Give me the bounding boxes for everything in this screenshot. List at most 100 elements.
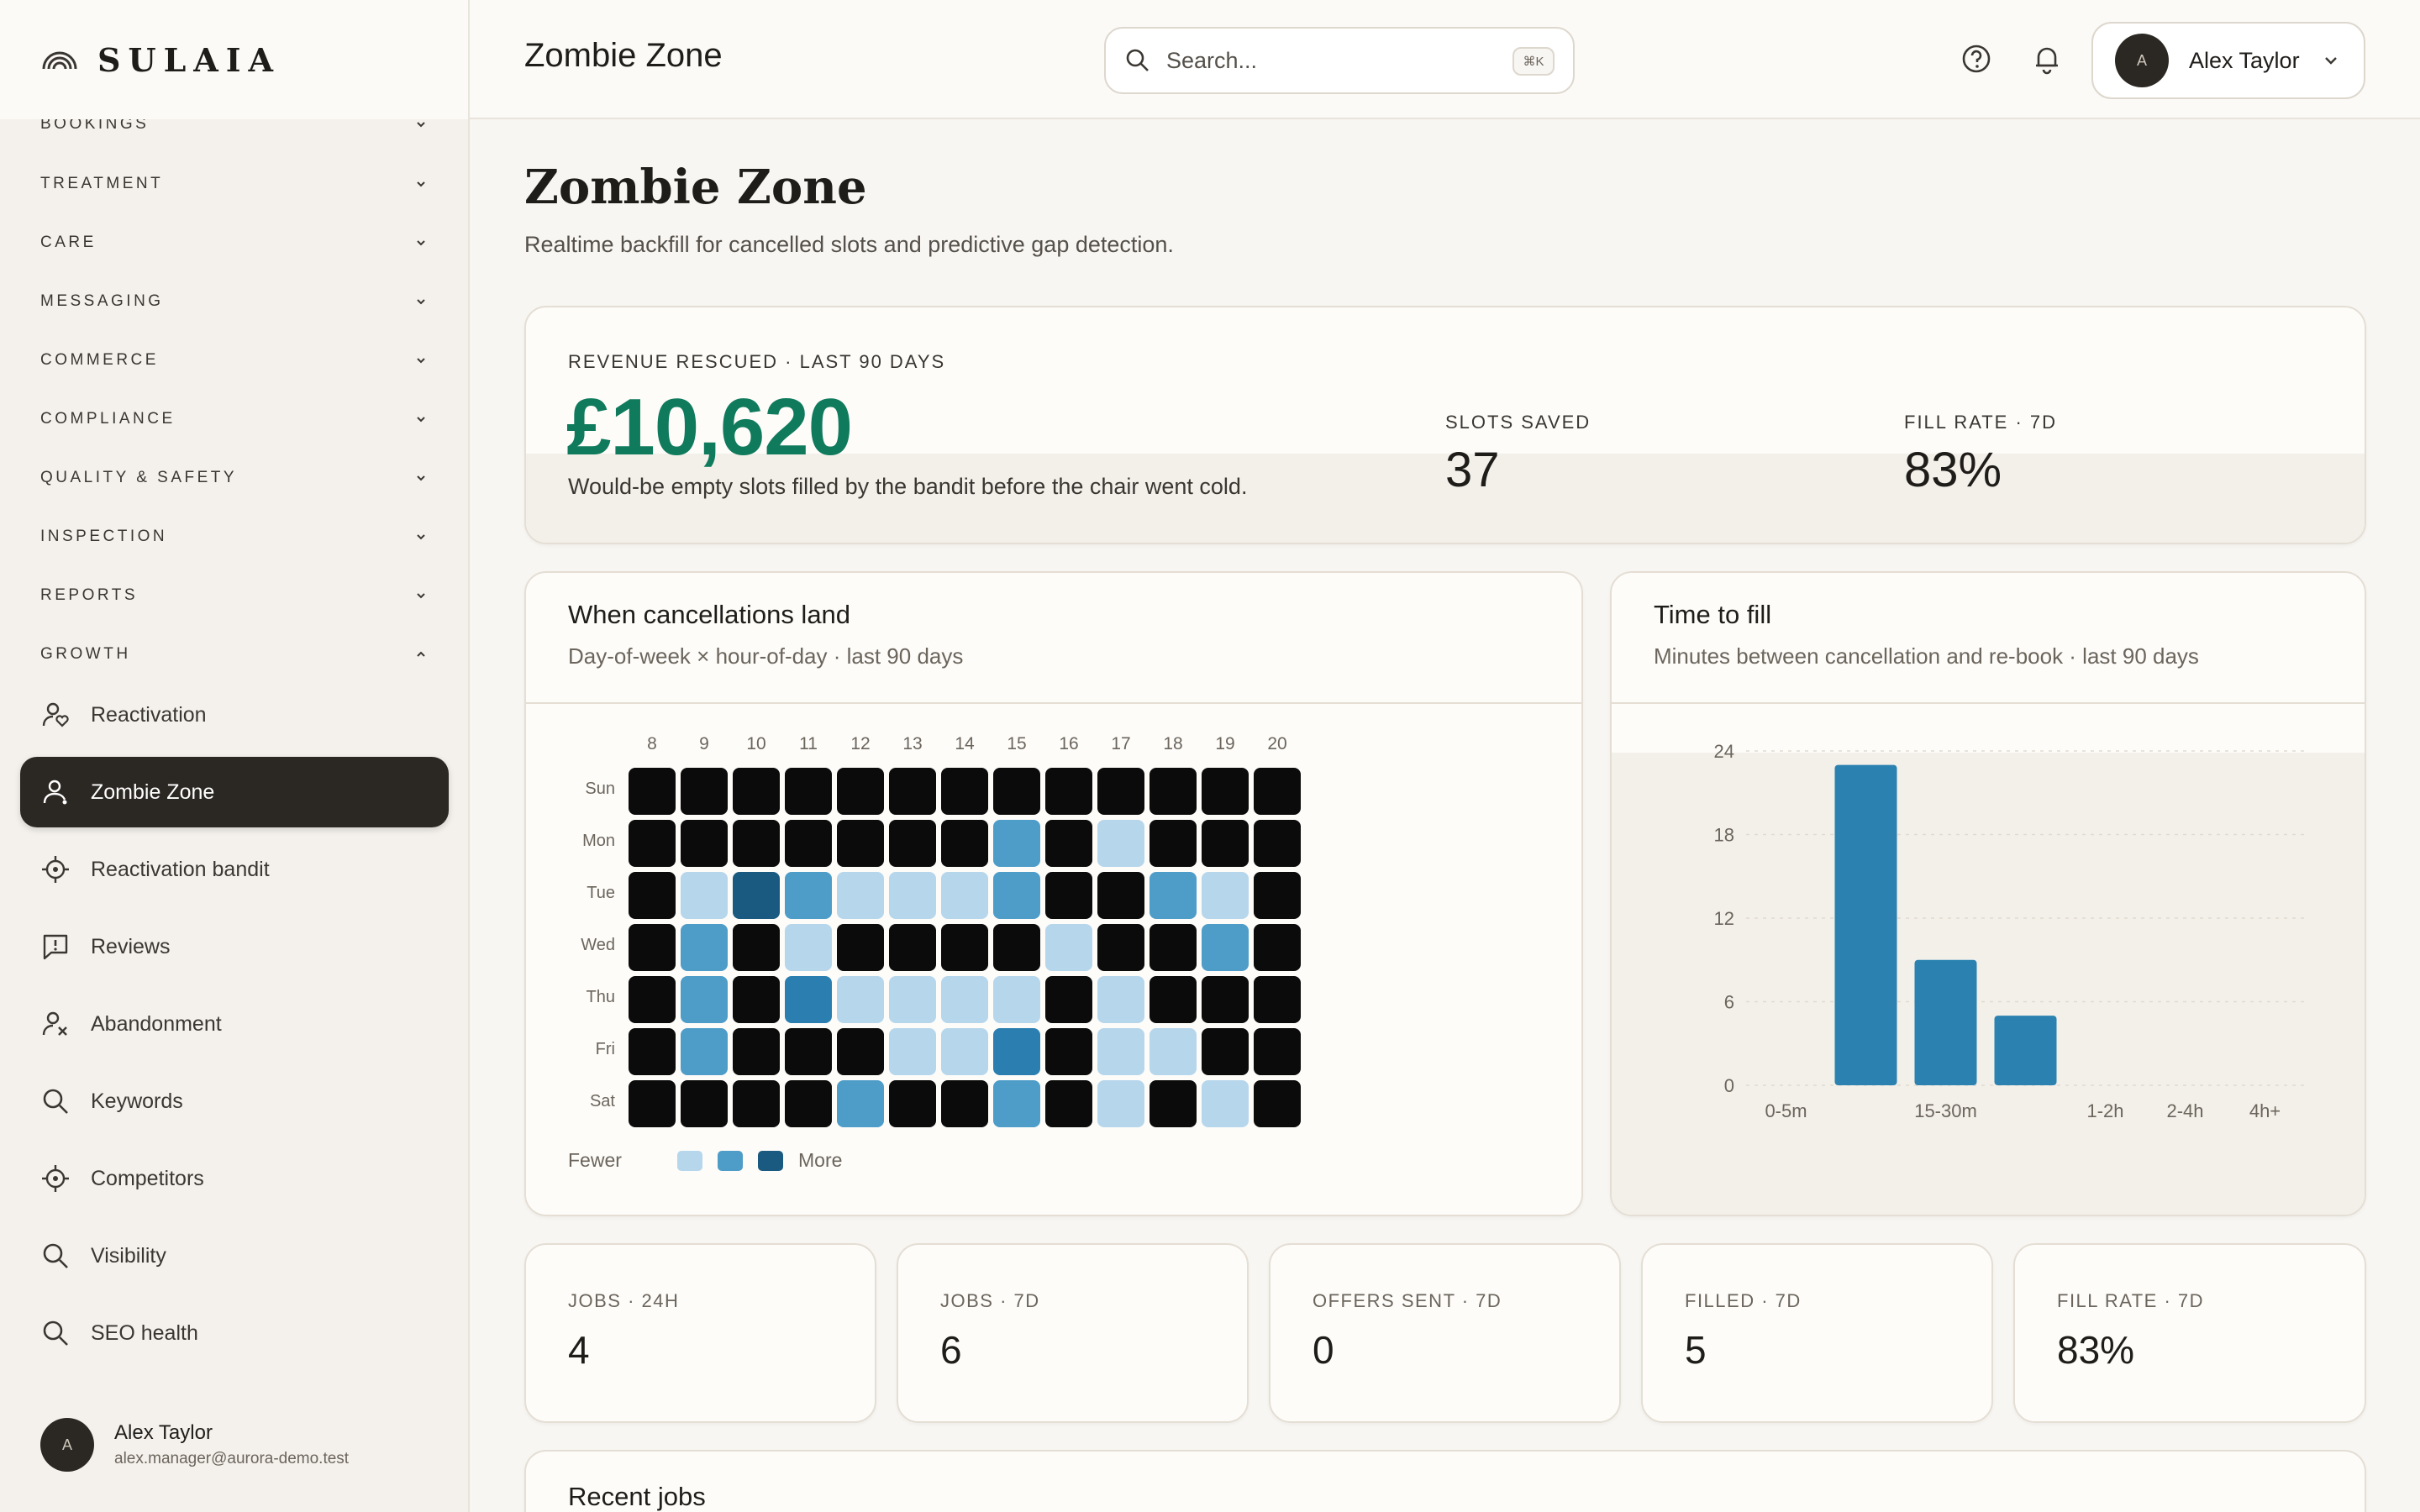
heatmap-cell[interactable]: [889, 924, 936, 971]
heatmap-cell[interactable]: [629, 768, 676, 815]
heatmap-cell[interactable]: [681, 1028, 728, 1075]
heatmap-cell[interactable]: [1045, 924, 1092, 971]
heatmap-cell[interactable]: [1202, 820, 1249, 867]
heatmap-cell[interactable]: [993, 976, 1040, 1023]
nav-section-reports[interactable]: REPORTS: [40, 579, 427, 612]
heatmap-cell[interactable]: [1150, 1080, 1197, 1127]
heatmap-cell[interactable]: [1045, 976, 1092, 1023]
heatmap-cell[interactable]: [1097, 1028, 1144, 1075]
heatmap-cell[interactable]: [1202, 1080, 1249, 1127]
heatmap-cell[interactable]: [681, 1080, 728, 1127]
heatmap-cell[interactable]: [733, 924, 780, 971]
heatmap-cell[interactable]: [1045, 1080, 1092, 1127]
heatmap-cell[interactable]: [1254, 1028, 1301, 1075]
heatmap-cell[interactable]: [785, 820, 832, 867]
heatmap-cell[interactable]: [733, 976, 780, 1023]
heatmap-cell[interactable]: [1202, 872, 1249, 919]
heatmap-cell[interactable]: [733, 1028, 780, 1075]
sidebar-user[interactable]: A Alex Taylor alex.manager@aurora-demo.t…: [40, 1418, 349, 1472]
heatmap-cell[interactable]: [1150, 768, 1197, 815]
bar[interactable]: [1834, 764, 1897, 1085]
heatmap-cell[interactable]: [1097, 1080, 1144, 1127]
heatmap-cell[interactable]: [785, 872, 832, 919]
bar[interactable]: [1914, 959, 1977, 1085]
brand[interactable]: SULAIA: [0, 0, 468, 119]
heatmap-cell[interactable]: [1254, 976, 1301, 1023]
sidebar-item-keywords[interactable]: Keywords: [20, 1066, 449, 1137]
sidebar-item-reactivation-bandit[interactable]: Reactivation bandit: [20, 834, 449, 905]
sidebar-item-visibility[interactable]: Visibility: [20, 1221, 449, 1291]
heatmap-cell[interactable]: [733, 1080, 780, 1127]
heatmap-cell[interactable]: [629, 1080, 676, 1127]
heatmap-cell[interactable]: [837, 768, 884, 815]
heatmap-cell[interactable]: [1045, 820, 1092, 867]
heatmap-cell[interactable]: [629, 976, 676, 1023]
heatmap-cell[interactable]: [629, 820, 676, 867]
heatmap-cell[interactable]: [733, 820, 780, 867]
heatmap-cell[interactable]: [941, 924, 988, 971]
heatmap-cell[interactable]: [1097, 976, 1144, 1023]
heatmap-cell[interactable]: [889, 976, 936, 1023]
heatmap-cell[interactable]: [1150, 820, 1197, 867]
heatmap-cell[interactable]: [1254, 872, 1301, 919]
heatmap-cell[interactable]: [837, 976, 884, 1023]
heatmap-cell[interactable]: [1254, 768, 1301, 815]
heatmap-cell[interactable]: [889, 1028, 936, 1075]
heatmap-cell[interactable]: [785, 924, 832, 971]
heatmap-cell[interactable]: [993, 1080, 1040, 1127]
heatmap-cell[interactable]: [837, 872, 884, 919]
heatmap-cell[interactable]: [1150, 1028, 1197, 1075]
heatmap-cell[interactable]: [941, 872, 988, 919]
heatmap-cell[interactable]: [1045, 1028, 1092, 1075]
heatmap-cell[interactable]: [837, 1028, 884, 1075]
nav-section-compliance[interactable]: COMPLIANCE: [40, 402, 427, 436]
heatmap-cell[interactable]: [1150, 872, 1197, 919]
sidebar-item-seo-health[interactable]: SEO health: [20, 1298, 449, 1368]
heatmap-cell[interactable]: [1097, 924, 1144, 971]
heatmap-cell[interactable]: [889, 820, 936, 867]
nav-section-treatment[interactable]: TREATMENT: [40, 167, 427, 201]
heatmap-cell[interactable]: [1097, 872, 1144, 919]
heatmap-cell[interactable]: [1150, 976, 1197, 1023]
heatmap-cell[interactable]: [889, 1080, 936, 1127]
sidebar-item-abandonment[interactable]: Abandonment: [20, 989, 449, 1059]
heatmap-cell[interactable]: [629, 1028, 676, 1075]
heatmap-cell[interactable]: [681, 872, 728, 919]
heatmap-cell[interactable]: [1045, 768, 1092, 815]
heatmap-cell[interactable]: [1254, 924, 1301, 971]
heatmap-cell[interactable]: [785, 768, 832, 815]
heatmap-cell[interactable]: [993, 1028, 1040, 1075]
nav-section-messaging[interactable]: MESSAGING: [40, 285, 427, 318]
heatmap-cell[interactable]: [941, 976, 988, 1023]
sidebar-item-reviews[interactable]: Reviews: [20, 911, 449, 982]
heatmap-cell[interactable]: [1254, 1080, 1301, 1127]
heatmap-cell[interactable]: [941, 820, 988, 867]
heatmap-cell[interactable]: [681, 768, 728, 815]
heatmap-cell[interactable]: [1202, 924, 1249, 971]
heatmap-cell[interactable]: [1150, 924, 1197, 971]
nav-section-care[interactable]: CARE: [40, 226, 427, 260]
heatmap-cell[interactable]: [733, 872, 780, 919]
heatmap-cell[interactable]: [785, 1028, 832, 1075]
heatmap-cell[interactable]: [1254, 820, 1301, 867]
heatmap-cell[interactable]: [993, 820, 1040, 867]
heatmap-cell[interactable]: [1045, 872, 1092, 919]
nav-section-commerce[interactable]: COMMERCE: [40, 344, 427, 377]
bar[interactable]: [1994, 1016, 2057, 1085]
heatmap-cell[interactable]: [681, 924, 728, 971]
heatmap-cell[interactable]: [1202, 976, 1249, 1023]
heatmap-cell[interactable]: [993, 768, 1040, 815]
heatmap-cell[interactable]: [837, 924, 884, 971]
heatmap-cell[interactable]: [1097, 768, 1144, 815]
nav-section-quality-safety[interactable]: QUALITY & SAFETY: [40, 461, 427, 495]
bell-icon[interactable]: [2030, 42, 2064, 76]
heatmap-cell[interactable]: [1202, 1028, 1249, 1075]
heatmap-cell[interactable]: [941, 1080, 988, 1127]
heatmap-cell[interactable]: [941, 1028, 988, 1075]
search-input[interactable]: Search... ⌘K: [1104, 27, 1575, 94]
heatmap-cell[interactable]: [889, 872, 936, 919]
heatmap-cell[interactable]: [629, 872, 676, 919]
heatmap-cell[interactable]: [733, 768, 780, 815]
heatmap-cell[interactable]: [785, 976, 832, 1023]
heatmap-cell[interactable]: [941, 768, 988, 815]
